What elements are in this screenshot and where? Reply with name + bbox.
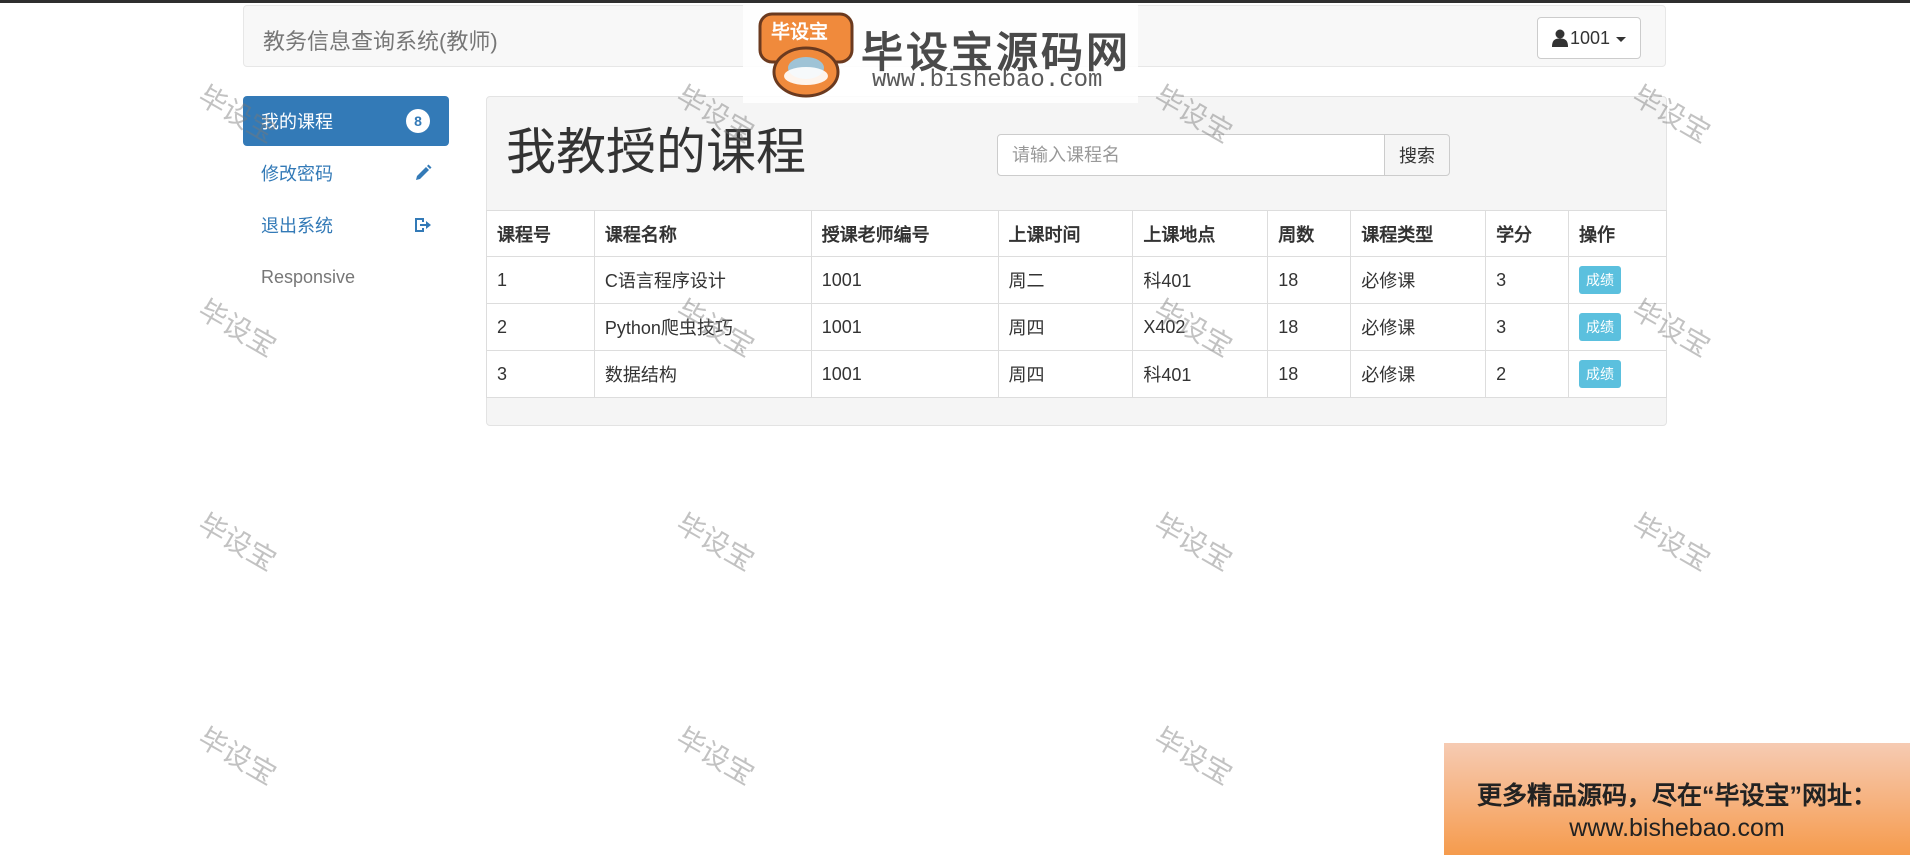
sidebar-item-logout[interactable]: 退出系统 (243, 200, 449, 250)
cell-teacher-id: 1001 (810, 256, 999, 304)
cell-weeks: 18 (1267, 350, 1352, 398)
cell-weeks: 18 (1267, 303, 1352, 351)
cell-teacher-id: 1001 (810, 350, 999, 398)
watermark-text: 毕设宝 (1149, 507, 1238, 577)
column-header: 课程名称 (593, 210, 812, 257)
column-header: 课程号 (486, 210, 595, 257)
cell-course-id: 3 (486, 350, 595, 398)
cell-place: X402 (1132, 303, 1269, 351)
site-logo-watermark: 毕设宝 毕设宝源码网 www.bishebao.com (743, 3, 1138, 103)
course-search-input[interactable] (997, 134, 1385, 176)
column-header: 上课时间 (997, 210, 1134, 257)
column-header: 操作 (1568, 210, 1667, 257)
banner-url: www.bishebao.com (1569, 814, 1785, 842)
cell-type: 必修课 (1350, 303, 1487, 351)
logout-icon (415, 218, 431, 232)
promo-banner: 更多精品源码，尽在“毕设宝”网址： www.bishebao.com (1444, 743, 1910, 855)
grade-button[interactable]: 成绩 (1579, 266, 1621, 294)
courses-table: 课程号 课程名称 授课老师编号 上课时间 上课地点 周数 课程类型 学分 操作 … (486, 210, 1667, 398)
cell-action: 成绩 (1568, 303, 1667, 351)
cell-weeks: 18 (1267, 256, 1352, 304)
user-icon (1551, 29, 1568, 47)
cell-time: 周二 (997, 256, 1134, 304)
sidebar-item-label: 退出系统 (261, 216, 333, 236)
column-header: 课程类型 (1350, 210, 1487, 257)
column-header: 学分 (1485, 210, 1569, 257)
table-row: 3 数据结构 1001 周四 科401 18 必修课 2 成绩 (486, 350, 1667, 398)
cell-type: 必修课 (1350, 256, 1487, 304)
search-button[interactable]: 搜索 (1384, 134, 1450, 176)
cell-course-id: 2 (486, 303, 595, 351)
sidebar-item-responsive: Responsive (243, 252, 449, 302)
watermark-text: 毕设宝 (193, 507, 282, 577)
logo-badge-text: 毕设宝 (771, 22, 829, 43)
cell-course-id: 1 (486, 256, 595, 304)
grade-button[interactable]: 成绩 (1579, 313, 1621, 341)
cell-action: 成绩 (1568, 256, 1667, 304)
cell-course-name: Python爬虫技巧 (593, 303, 812, 351)
watermark-text: 毕设宝 (1149, 721, 1238, 791)
logo-url: www.bishebao.com (872, 67, 1103, 94)
pencil-icon (416, 164, 432, 180)
cell-credit: 3 (1485, 303, 1569, 351)
page-title: 我教授的课程 (506, 124, 806, 180)
course-count-badge: 8 (406, 109, 430, 133)
caret-down-icon (1616, 36, 1627, 42)
table-header-row: 课程号 课程名称 授课老师编号 上课时间 上课地点 周数 课程类型 学分 操作 (486, 210, 1667, 257)
sidebar-item-label: 我的课程 (261, 112, 333, 132)
courses-panel: 我教授的课程 搜索 课程号 课程名称 授课老师编号 上课时间 上课地点 周数 课… (486, 96, 1667, 426)
cell-credit: 3 (1485, 256, 1569, 304)
watermark-text: 毕设宝 (671, 721, 760, 791)
page: 教务信息查询系统(教师) 1001 我的课程 8 修改密码 退出系统 Respo… (0, 0, 1910, 855)
cell-credit: 2 (1485, 350, 1569, 398)
user-menu-button[interactable]: 1001 (1537, 17, 1641, 59)
navbar-brand[interactable]: 教务信息查询系统(教师) (263, 24, 498, 56)
sidebar-item-label: 修改密码 (261, 164, 333, 184)
cell-time: 周四 (997, 303, 1134, 351)
cell-action: 成绩 (1568, 350, 1667, 398)
column-header: 上课地点 (1132, 210, 1269, 257)
cell-place: 科401 (1132, 256, 1269, 304)
banner-text: 更多精品源码，尽在“毕设宝”网址： (1476, 782, 1877, 810)
cell-teacher-id: 1001 (810, 303, 999, 351)
watermark-text: 毕设宝 (671, 507, 760, 577)
cell-course-name: 数据结构 (593, 350, 812, 398)
cell-place: 科401 (1132, 350, 1269, 398)
sidebar-item-label: Responsive (261, 266, 356, 287)
cell-time: 周四 (997, 350, 1134, 398)
user-menu-label: 1001 (1569, 27, 1611, 48)
column-header: 周数 (1267, 210, 1352, 257)
watermark-text: 毕设宝 (193, 721, 282, 791)
sidebar-item-change-password[interactable]: 修改密码 (243, 148, 449, 198)
sidebar: 我的课程 8 修改密码 退出系统 Responsive (243, 96, 449, 304)
watermark-text: 毕设宝 (1627, 507, 1716, 577)
grade-button[interactable]: 成绩 (1579, 360, 1621, 388)
cell-type: 必修课 (1350, 350, 1487, 398)
table-row: 1 C语言程序设计 1001 周二 科401 18 必修课 3 成绩 (486, 256, 1667, 304)
sidebar-item-my-courses[interactable]: 我的课程 8 (243, 96, 449, 146)
column-header: 授课老师编号 (810, 210, 999, 257)
cell-course-name: C语言程序设计 (593, 256, 812, 304)
table-row: 2 Python爬虫技巧 1001 周四 X402 18 必修课 3 成绩 (486, 303, 1667, 351)
